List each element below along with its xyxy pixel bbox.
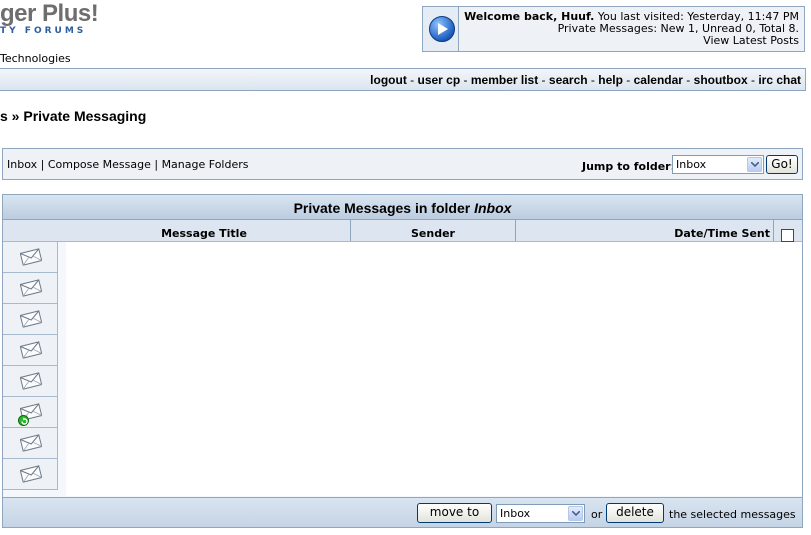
read-message-envelope-icon [19,310,43,331]
inbox-link[interactable]: Inbox [7,158,37,171]
message-list-area [66,242,802,496]
read-message-envelope-icon [19,465,43,486]
pm-link-divider: | [37,158,48,171]
read-message-envelope-icon [19,372,43,393]
column-header-icon [3,220,58,241]
welcome-text: Welcome back, Huuf. You last visited: Ye… [463,11,799,47]
nav-separator: - [460,73,471,87]
pm-toolbar: Inbox | Compose Message | Manage Folders… [2,148,803,180]
pm-link-divider: | [150,158,162,171]
nav-separator: - [682,73,694,87]
message-row-icon-cell [3,304,58,335]
table-title: Private Messages in folder Inbox [3,200,802,216]
pm-table: Private Messages in folder Inbox Message… [2,194,803,528]
nav-separator: - [587,73,599,87]
tagline: Technologies [0,52,71,65]
nav-help-link[interactable]: help [598,73,623,87]
nav-user-cp-link[interactable]: user cp [418,73,461,87]
pm-links: Inbox | Compose Message | Manage Folders [7,158,248,171]
nav-separator: - [538,73,549,87]
nav-shoutbox-link[interactable]: shoutbox [694,73,748,87]
column-header-title[interactable]: Message Title [58,220,351,241]
message-row-icon-cell [3,428,58,459]
column-header-sender[interactable]: Sender [351,220,516,241]
chevron-down-icon[interactable] [747,157,762,172]
read-message-envelope-icon [19,248,43,269]
column-header-date[interactable]: Date/Time Sent [516,220,774,241]
read-message-envelope-icon [19,279,43,300]
forum-logo-subtitle: TY FORUMS [0,26,87,36]
table-title-bar: Private Messages in folder Inbox [3,195,802,220]
nav-separator: - [622,73,634,87]
message-row-icon-cell [3,366,58,397]
message-row-icon-cell [3,459,58,490]
message-row-icon-cell [3,242,58,273]
breadcrumb: s » Private Messaging [0,108,147,124]
message-row-icon-cell [3,335,58,366]
welcome-box: Welcome back, Huuf. You last visited: Ye… [422,6,805,52]
jump-folder-select[interactable]: Inbox [672,155,764,174]
nav-bar: logout - user cp - member list - search … [0,68,806,91]
play-arrow-icon [429,16,455,42]
table-title-folder: Inbox [474,200,512,216]
view-latest-posts-link[interactable]: View Latest Posts [463,35,799,47]
nav-search-link[interactable]: search [549,73,588,87]
nav-calendar-link[interactable]: calendar [634,73,683,87]
forum-logo-title[interactable]: ger Plus! [0,0,99,28]
table-title-prefix: Private Messages in folder [293,200,475,216]
move-to-folder-value: Inbox [500,507,531,520]
message-row-icon-cell [3,273,58,304]
delete-button[interactable]: delete [606,503,664,523]
nav-separator: - [747,73,759,87]
nav-irc-chat-link[interactable]: irc chat [758,73,801,87]
welcome-icon-cell [423,7,459,51]
nav-links: logout - user cp - member list - search … [370,73,801,87]
read-message-envelope-icon [19,434,43,455]
nav-member-list-link[interactable]: member list [471,73,538,87]
nav-separator: - [406,73,418,87]
move-to-button[interactable]: move to [417,503,492,523]
move-to-folder-select[interactable]: Inbox [496,504,585,523]
jump-folder-value: Inbox [676,158,707,171]
new-message-badge-icon [18,415,29,426]
message-row-icon-cell [3,397,58,428]
table-action-bar: move to Inbox or delete the selected mes… [3,497,802,527]
or-text: or [591,508,603,521]
selected-messages-text: the selected messages [669,508,796,521]
compose-message-link[interactable]: Compose Message [48,158,151,171]
go-button[interactable]: Go! [766,155,798,174]
jump-to-folder-label: Jump to folder: [582,160,676,173]
chevron-down-icon[interactable] [568,506,583,521]
nav-logout-link[interactable]: logout [370,73,407,87]
select-all-checkbox[interactable] [781,229,794,242]
read-message-envelope-icon [19,341,43,362]
column-header-row: Message Title Sender Date/Time Sent [3,220,802,242]
manage-folders-link[interactable]: Manage Folders [162,158,249,171]
